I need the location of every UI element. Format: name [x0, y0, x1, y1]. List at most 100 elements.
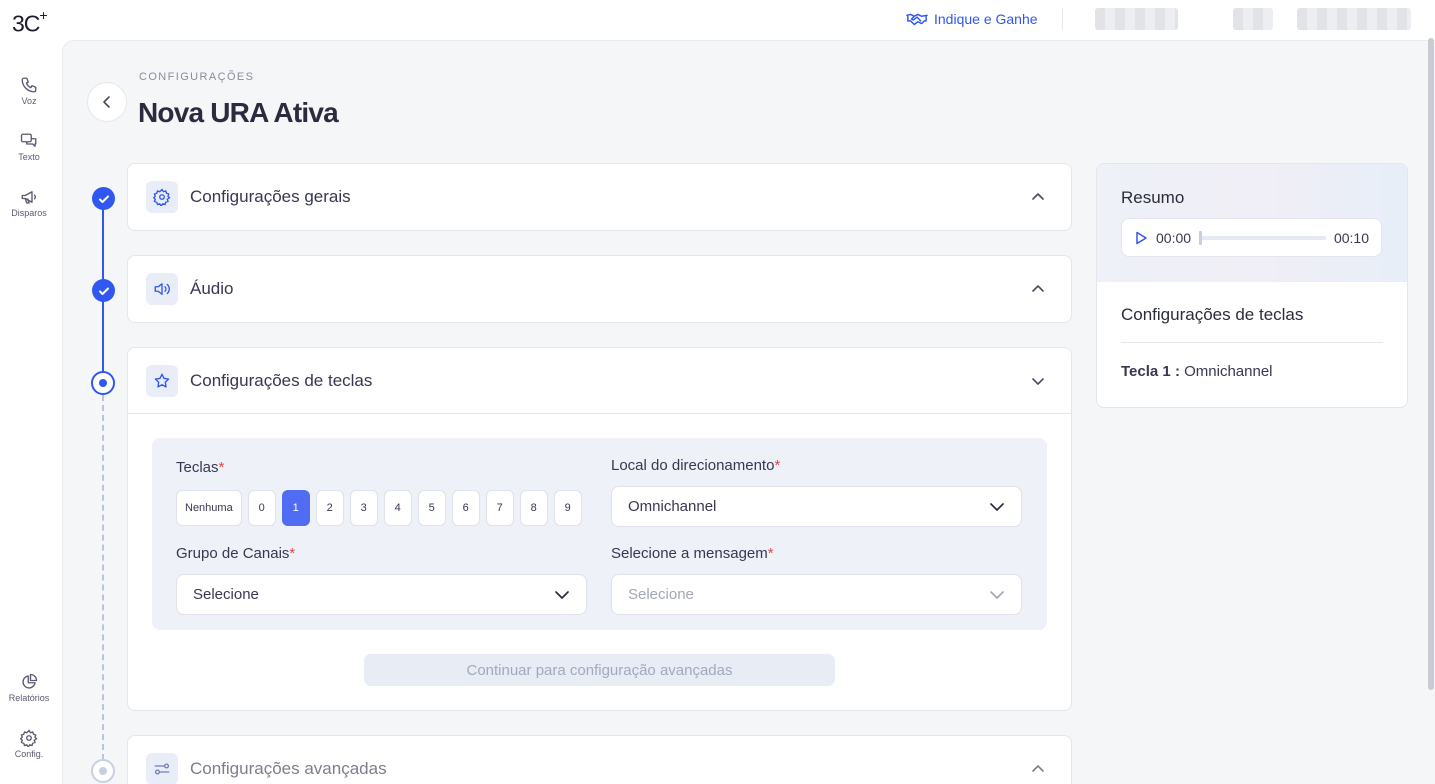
audio-progress-track[interactable]: [1199, 230, 1326, 245]
step-done-marker: [92, 187, 115, 210]
back-button[interactable]: [87, 82, 127, 122]
key-option-none[interactable]: Nenhuma: [176, 490, 242, 526]
key-option-4[interactable]: 4: [383, 490, 412, 526]
message-label: Selecione a mensagem*: [611, 545, 774, 562]
step-pending-marker: [91, 759, 115, 783]
key-option-1-selected[interactable]: 1: [281, 490, 310, 526]
continue-button[interactable]: Continuar para configuração avançadas: [364, 654, 835, 686]
step-icon-box: [146, 364, 178, 397]
chevron-up-icon[interactable]: [1031, 282, 1045, 296]
key-option-5[interactable]: 5: [417, 490, 446, 526]
key-option-9[interactable]: 9: [553, 490, 582, 526]
keys-label: Teclas*: [176, 459, 225, 476]
summary-panel: Resumo 00:00 00:10 Configurações de tecl…: [1096, 163, 1408, 408]
key-option-6[interactable]: 6: [451, 490, 480, 526]
header-divider: [1062, 8, 1063, 30]
user-info-redacted: [1095, 8, 1178, 30]
key-option-0[interactable]: 0: [247, 490, 276, 526]
play-icon[interactable]: [1134, 231, 1148, 245]
user-menu-redacted[interactable]: [1297, 8, 1411, 30]
summary-title: Resumo: [1121, 188, 1185, 207]
pie-chart-icon: [22, 673, 38, 689]
key-option-8[interactable]: 8: [519, 490, 548, 526]
audio-player: 00:00 00:10: [1121, 218, 1382, 257]
step-title: Configurações de teclas: [190, 370, 373, 390]
sidebar-item-label: Voz: [21, 96, 37, 106]
gear-icon: [153, 188, 171, 206]
check-icon: [98, 195, 109, 203]
chevron-down-icon: [990, 502, 1004, 511]
current-time: 00:00: [1156, 229, 1192, 246]
sidebar-item-label: Relatórios: [8, 693, 50, 703]
invite-link[interactable]: Indique e Ganhe: [906, 11, 1038, 27]
chat-icon: [20, 133, 37, 147]
step-card-keys: Configurações de teclas Teclas* Nenhuma …: [127, 347, 1072, 711]
star-icon: [154, 373, 170, 388]
key-option-3[interactable]: 3: [349, 490, 378, 526]
sidebar-item-label: Texto: [18, 152, 40, 162]
step-icon-box: [146, 273, 178, 305]
step-header-general[interactable]: Configurações gerais: [128, 164, 1071, 230]
chevron-down-icon: [990, 590, 1004, 599]
user-avatar-redacted[interactable]: [1233, 8, 1273, 30]
summary-key-value: Omnichannel: [1184, 363, 1273, 380]
invite-label: Indique e Ganhe: [934, 11, 1038, 27]
check-icon: [98, 287, 109, 295]
total-time: 00:10: [1333, 229, 1369, 246]
gear-icon: [20, 729, 38, 747]
step-icon-box: [146, 181, 178, 213]
direction-select[interactable]: Omnichannel: [611, 486, 1022, 527]
summary-key-name: Tecla 1: [1121, 363, 1171, 380]
step-active-marker: [91, 371, 115, 395]
step-title: Configurações avançadas: [190, 759, 387, 778]
message-select[interactable]: Selecione: [611, 574, 1022, 615]
top-bar: 3C+ Indique e Ganhe: [0, 0, 1435, 40]
chevron-up-icon[interactable]: [1031, 762, 1045, 776]
chevron-left-icon: [103, 96, 110, 108]
sidebar-item-label: Disparos: [11, 208, 47, 218]
step-card-audio: Áudio: [127, 255, 1072, 323]
message-value: Selecione: [628, 586, 694, 603]
step-header-advanced[interactable]: Configurações avançadas: [128, 736, 1071, 784]
group-select[interactable]: Selecione: [176, 574, 587, 615]
key-config-form: Teclas* Nenhuma 0 1 2 3 4 5 6 7 8 9 Loca…: [152, 438, 1047, 630]
logo[interactable]: 3C+: [12, 7, 48, 38]
sidebar: Voz Texto Disparos Relatórios Config.: [0, 40, 62, 784]
speaker-icon: [154, 283, 170, 295]
step-title: Configurações gerais: [190, 187, 351, 206]
group-value: Selecione: [193, 586, 259, 603]
chevron-down-icon[interactable]: [1031, 374, 1045, 388]
step-icon-box: [146, 753, 178, 784]
chevron-down-icon: [555, 590, 569, 599]
direction-value: Omnichannel: [628, 498, 717, 515]
step-card-advanced: Configurações avançadas: [127, 735, 1072, 784]
key-option-7[interactable]: 7: [485, 490, 514, 526]
summary-divider: [1121, 342, 1383, 343]
sliders-icon: [154, 763, 170, 775]
chevron-up-icon[interactable]: [1031, 190, 1045, 204]
step-header-keys[interactable]: Configurações de teclas: [128, 348, 1071, 414]
handshake-icon: [906, 13, 928, 26]
key-option-2[interactable]: 2: [315, 490, 344, 526]
key-selector: Nenhuma 0 1 2 3 4 5 6 7 8 9: [176, 490, 582, 526]
step-header-audio[interactable]: Áudio: [128, 256, 1071, 322]
megaphone-icon: [21, 191, 36, 204]
summary-key-separator: :: [1174, 363, 1180, 380]
step-done-marker: [92, 279, 115, 302]
page-scrollbar[interactable]: [1428, 38, 1434, 690]
phone-icon: [21, 77, 37, 93]
sidebar-item-texto[interactable]: Texto: [0, 132, 58, 162]
page-title: Nova URA Ativa: [138, 97, 339, 128]
step-title: Áudio: [190, 279, 234, 298]
sidebar-item-disparos[interactable]: Disparos: [0, 188, 58, 218]
sidebar-item-voz[interactable]: Voz: [0, 76, 58, 106]
direction-label: Local do direcionamento*: [611, 457, 781, 474]
sidebar-item-config[interactable]: Config.: [0, 729, 58, 759]
summary-key-row: Tecla 1 : Omnichannel: [1121, 363, 1273, 380]
timeline-pending: [102, 395, 104, 770]
step-card-general: Configurações gerais: [127, 163, 1072, 231]
sidebar-item-relatorios[interactable]: Relatórios: [0, 673, 58, 703]
breadcrumb: CONFIGURAÇÕES: [139, 71, 255, 83]
summary-header: Resumo 00:00 00:10: [1097, 164, 1407, 282]
group-label: Grupo de Canais*: [176, 545, 296, 562]
